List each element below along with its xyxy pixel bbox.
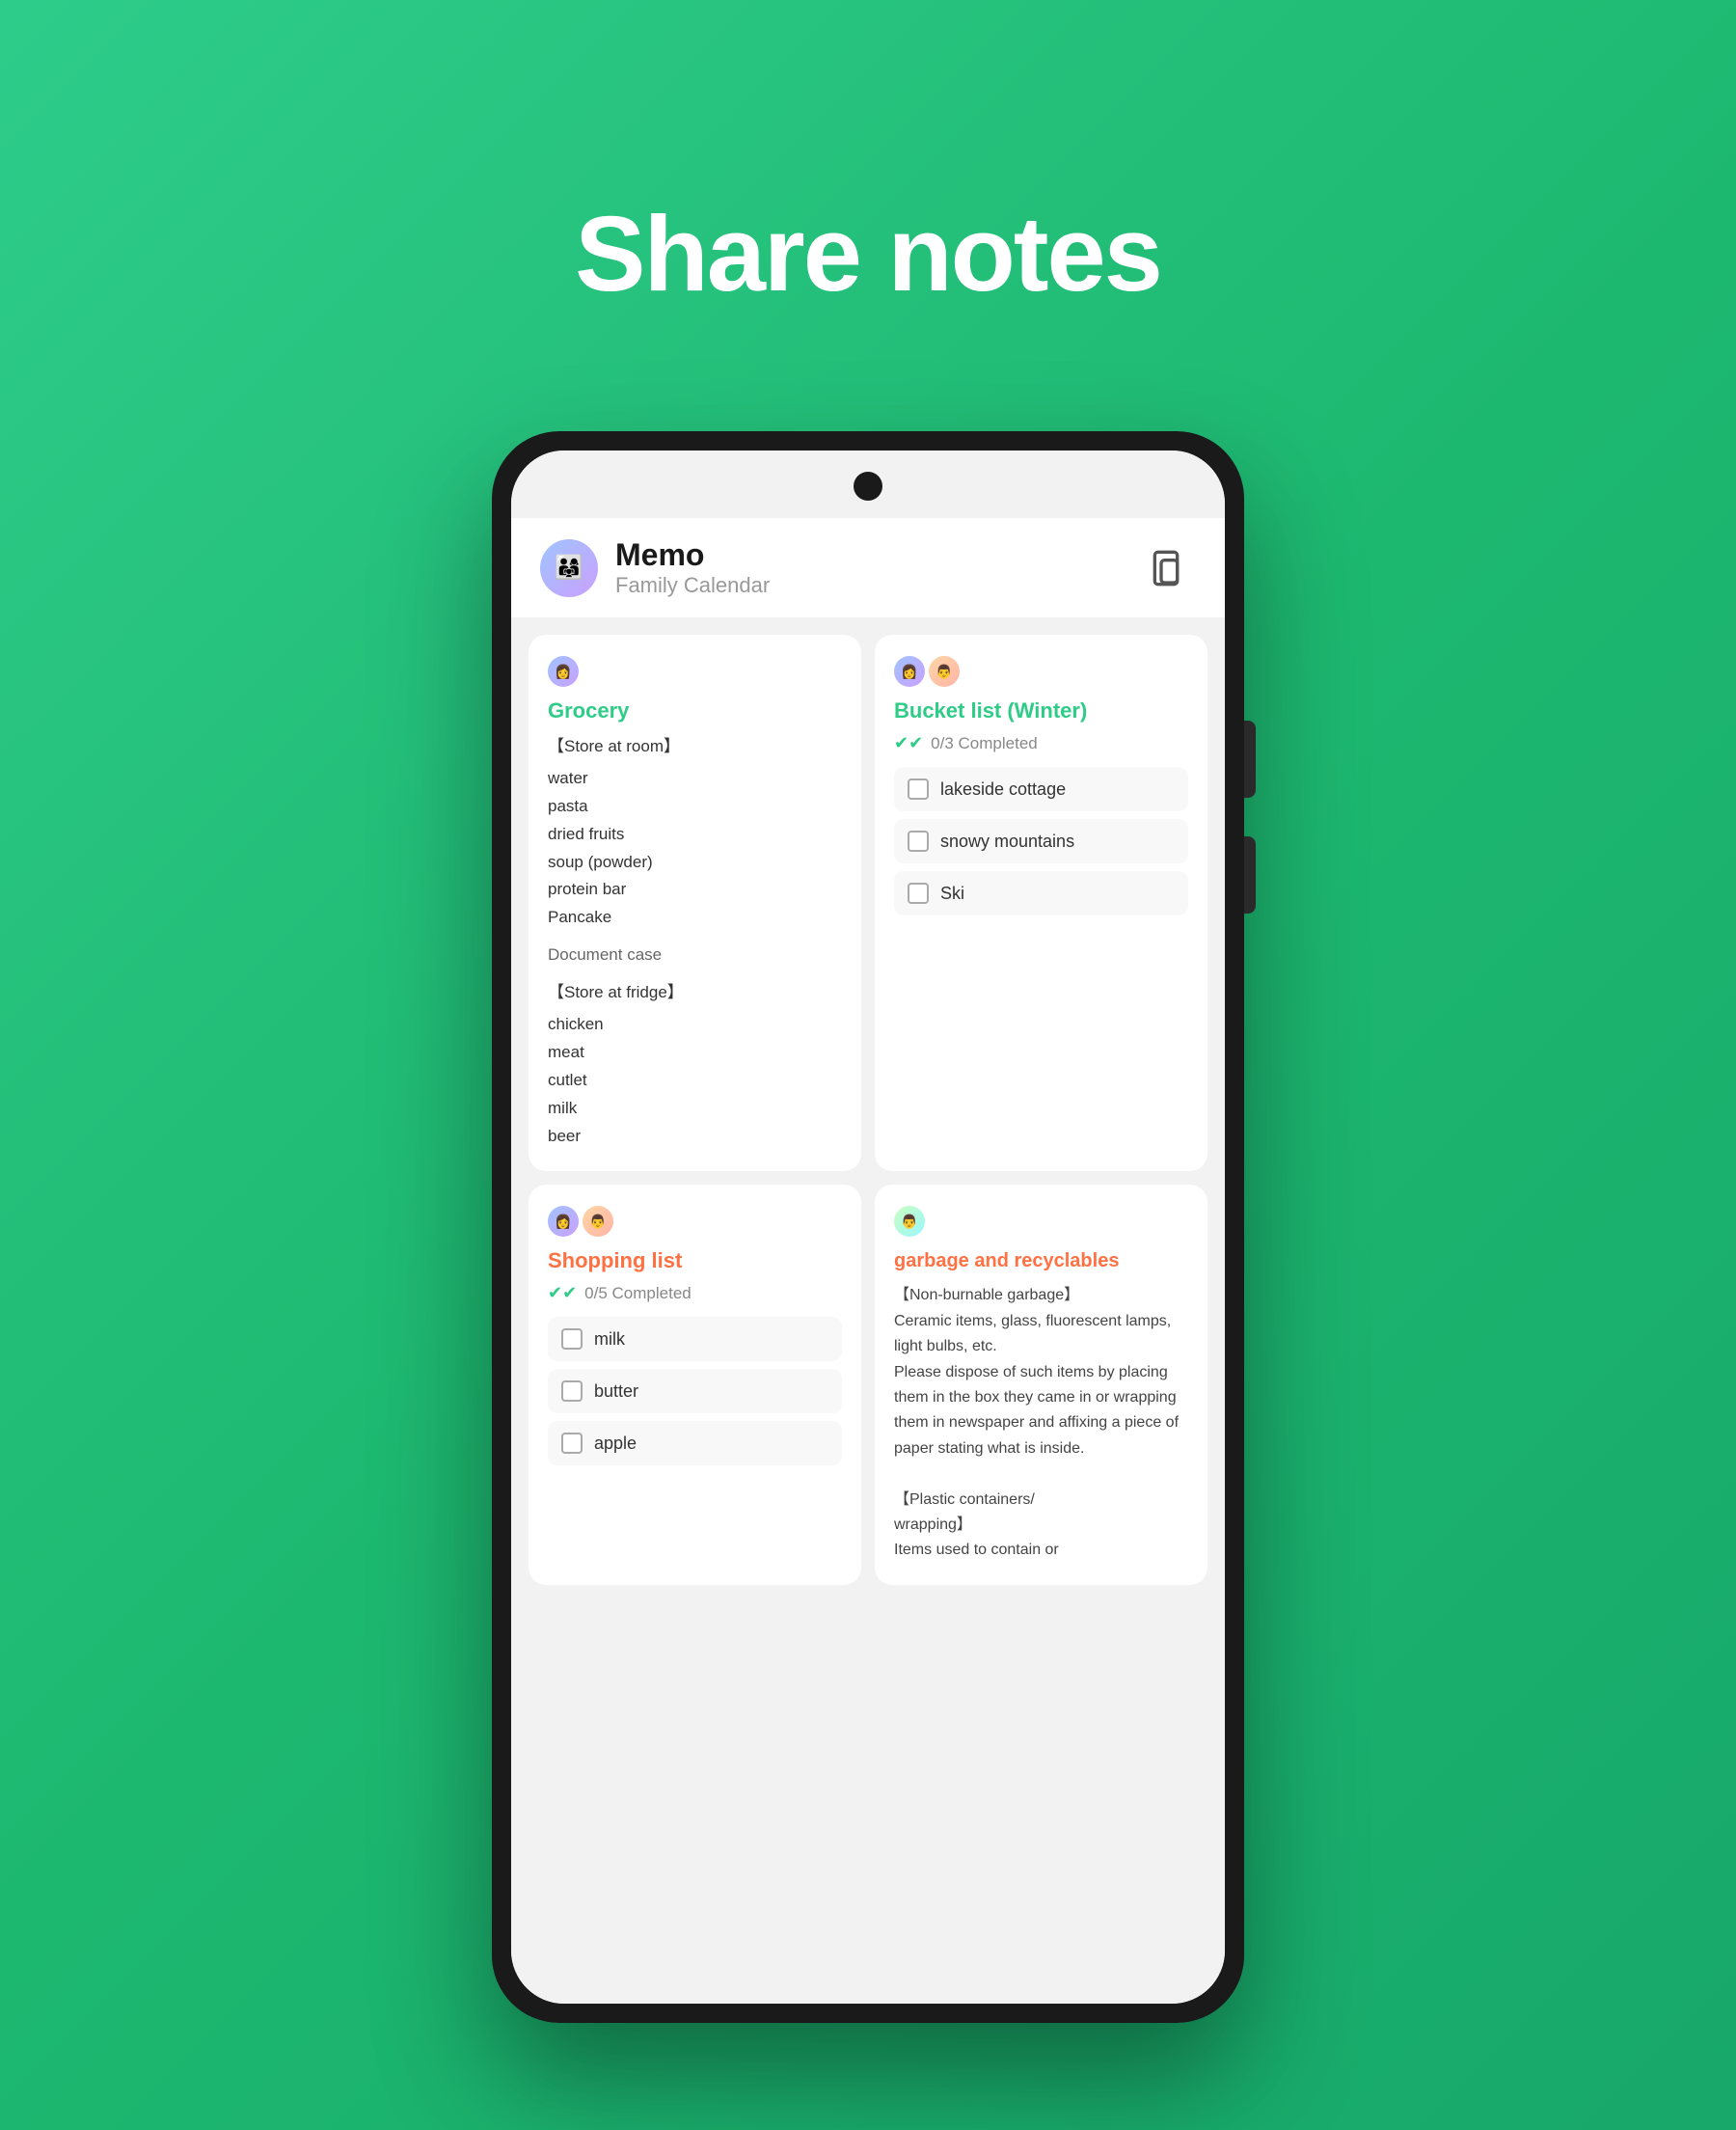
avatar-a: 👩 [548,656,579,687]
note-title: Grocery [548,698,842,724]
phone-screen: 👨‍👩‍👧 Memo Family Calendar [511,451,1225,2004]
note-card-bucket-list[interactable]: 👩 👨 Bucket list (Winter) ✔✔ 0/3 Complete… [875,635,1207,1171]
note-avatars: 👩 [548,656,842,687]
note-card-garbage[interactable]: 👨 garbage and recyclables 【Non-burnable … [875,1185,1207,1584]
app-name: Memo [615,537,770,573]
checkbox[interactable] [908,883,929,904]
note-card-grocery[interactable]: 👩 Grocery 【Store at room】 water pasta dr… [529,635,861,1171]
note-body-garbage: 【Non-burnable garbage】 Ceramic items, gl… [894,1283,1188,1563]
list-item[interactable]: butter [548,1369,842,1413]
avatar: 👨‍👩‍👧 [540,539,598,597]
list-item[interactable]: apple [548,1421,842,1465]
note-card-shopping[interactable]: 👩 👨 Shopping list ✔✔ 0/5 Completed milk [529,1185,861,1584]
checkbox[interactable] [561,1380,583,1402]
camera-hole [854,472,882,501]
header-text-group: Memo Family Calendar [615,537,770,598]
note-title-shopping: Shopping list [548,1248,842,1273]
note-title-garbage: garbage and recyclables [894,1248,1188,1273]
app-subtitle: Family Calendar [615,573,770,598]
avatar-b: 👨 [583,1206,613,1237]
avatar-c: 👨 [894,1206,925,1237]
checklist-status-shopping: ✔✔ 0/5 Completed [548,1283,842,1303]
list-item[interactable]: Ski [894,871,1188,915]
note-avatars-shopping: 👩 👨 [548,1206,842,1237]
checkbox[interactable] [561,1433,583,1454]
note-body: 【Store at room】 water pasta dried fruits… [548,733,842,1150]
checklist-status: ✔✔ 0/3 Completed [894,733,1188,753]
app-header: 👨‍👩‍👧 Memo Family Calendar [511,518,1225,617]
checkbox[interactable] [561,1328,583,1350]
page-title: Share notes [575,193,1161,315]
list-item[interactable]: milk [548,1317,842,1361]
avatar-b: 👨 [929,656,960,687]
notes-grid: 👩 Grocery 【Store at room】 water pasta dr… [511,617,1225,1602]
phone-frame: 👨‍👩‍👧 Memo Family Calendar [492,431,1244,2023]
share-icon[interactable] [1141,543,1191,593]
note-avatars-garbage: 👨 [894,1206,1188,1237]
double-check-icon: ✔✔ [894,733,923,753]
avatar-a: 👩 [894,656,925,687]
note-avatars-bucket: 👩 👨 [894,656,1188,687]
list-item[interactable]: lakeside cottage [894,767,1188,811]
note-title-bucket: Bucket list (Winter) [894,698,1188,724]
avatar-a: 👩 [548,1206,579,1237]
app-content: 👨‍👩‍👧 Memo Family Calendar [511,451,1225,2004]
header-left: 👨‍👩‍👧 Memo Family Calendar [540,537,770,598]
list-item[interactable]: snowy mountains [894,819,1188,863]
checkbox[interactable] [908,778,929,800]
checkbox[interactable] [908,831,929,852]
double-check-icon: ✔✔ [548,1283,577,1303]
